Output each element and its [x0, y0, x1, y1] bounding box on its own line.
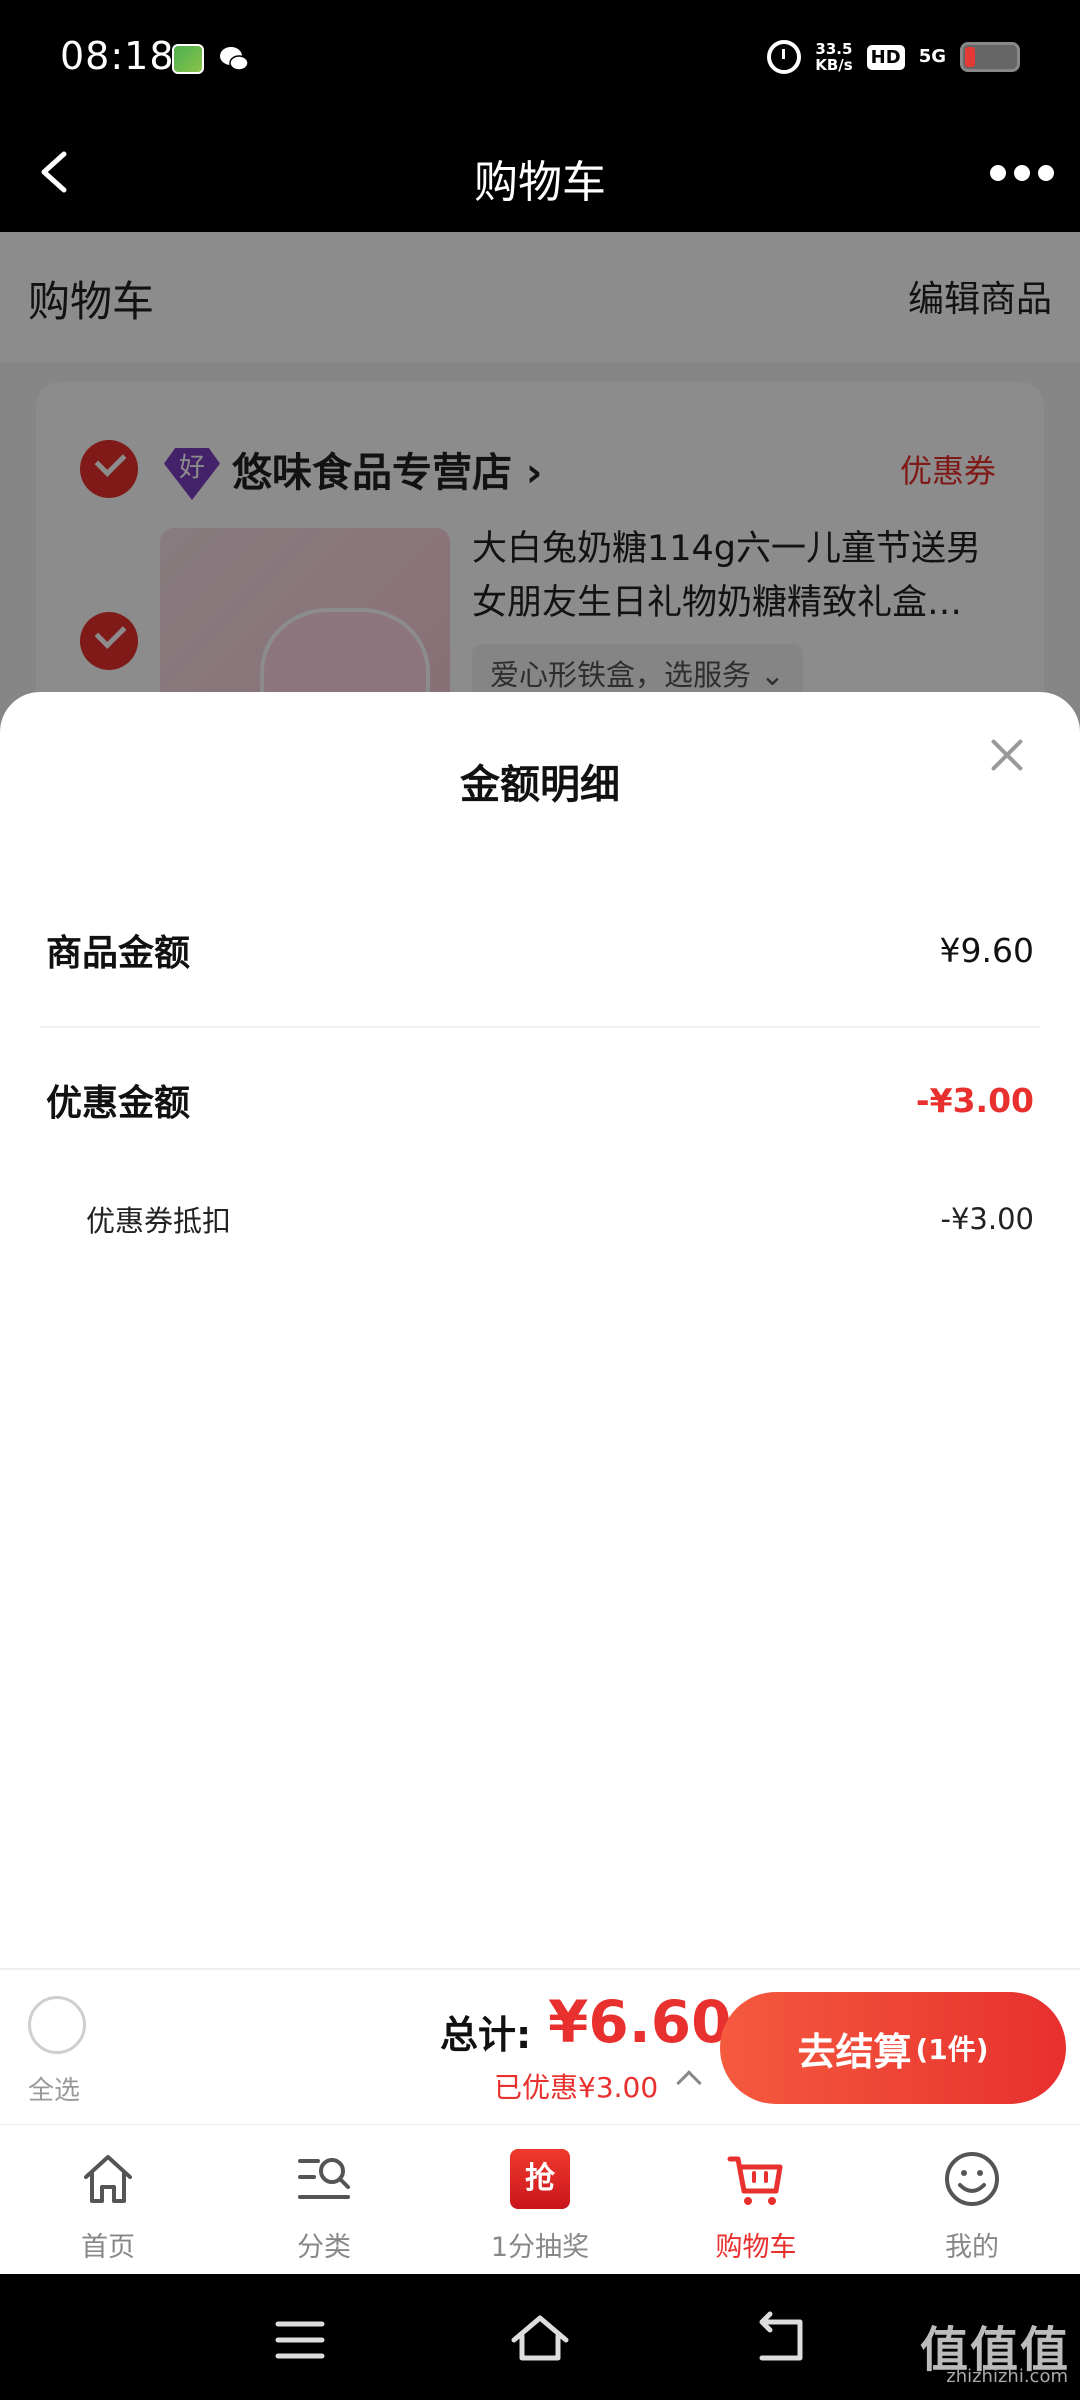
coupon-deduction-value: -¥3.00 — [940, 1202, 1035, 1236]
checkout-bar: 全选 总计: ¥6.60 已优惠¥3.00 去结算 (1件) — [0, 1968, 1080, 2124]
menu-icon[interactable] — [270, 2310, 330, 2370]
page-title: 购物车 — [474, 157, 606, 208]
discount-amount-label: 优惠金额 — [46, 1083, 191, 1124]
divider — [40, 1026, 1040, 1028]
hd-icon: HD — [866, 44, 905, 70]
bottom-nav: 首页 分类 抢 1分抽奖 购物车 我的 — [0, 2124, 1080, 2274]
home-icon — [84, 2155, 132, 2203]
cart-icon — [727, 2156, 783, 2205]
sheet-title: 金额明细 — [460, 762, 620, 808]
signal-5g-icon: 5G — [918, 46, 946, 67]
status-bar: 08:18 33.5 KB/s HD 5G — [0, 0, 1080, 118]
back-button-icon[interactable] — [750, 2310, 810, 2370]
page-header: 购物车 — [0, 118, 1080, 232]
goods-amount-label: 商品金额 — [46, 933, 191, 974]
chevron-up-icon[interactable] — [676, 2070, 702, 2096]
nav-mine-label: 我的 — [945, 2232, 999, 2263]
more-options-icon[interactable] — [990, 158, 1056, 188]
amount-detail-sheet: 金额明细 商品金额 ¥9.60 优惠金额 -¥3.00 优惠券抵扣 -¥3.00 — [0, 692, 1080, 1972]
nav-cart[interactable]: 购物车 — [648, 2125, 864, 2274]
watermark-url: zhizhizhi.com — [946, 2366, 1068, 2387]
category-search-icon — [298, 2158, 350, 2199]
saved-amount-toggle[interactable]: 已优惠¥3.00 — [494, 2066, 658, 2106]
smiley-icon — [945, 2152, 999, 2206]
nav-lottery-label: 1分抽奖 — [490, 2232, 590, 2263]
nav-cart-label: 购物车 — [715, 2232, 797, 2263]
checkout-button-count: (1件) — [915, 2033, 989, 2066]
status-time: 08:18 — [60, 34, 175, 78]
select-all-label[interactable]: 全选 — [28, 2070, 80, 2107]
battery-icon — [960, 42, 1020, 72]
total-label: 总计: — [440, 2013, 532, 2057]
checkout-button[interactable]: 去结算 (1件) — [720, 1992, 1066, 2104]
nav-lottery[interactable]: 抢 1分抽奖 — [432, 2125, 648, 2274]
coupon-deduction-row: 优惠券抵扣 -¥3.00 — [86, 1198, 1034, 1240]
network-speed: 33.5 KB/s — [815, 40, 853, 74]
home-button-icon[interactable] — [510, 2310, 570, 2370]
system-nav-bar: 值值值 zhizhizhi.com — [0, 2274, 1080, 2400]
nav-home[interactable]: 首页 — [0, 2125, 216, 2274]
nav-category[interactable]: 分类 — [216, 2125, 432, 2274]
close-icon[interactable] — [984, 732, 1030, 778]
nav-mine[interactable]: 我的 — [864, 2125, 1080, 2274]
discount-amount-row: 优惠金额 -¥3.00 — [46, 1074, 1034, 1126]
wechat-icon — [220, 47, 249, 71]
checkout-button-label: 去结算 — [797, 2029, 912, 2074]
alarm-icon — [767, 40, 802, 74]
lottery-icon: 抢 — [510, 2149, 570, 2209]
total-amount: ¥6.60 — [548, 1988, 732, 2056]
select-all-checkbox[interactable] — [28, 1996, 86, 2054]
coupon-deduction-label: 优惠券抵扣 — [86, 1204, 232, 1238]
nav-category-label: 分类 — [297, 2232, 351, 2263]
nav-home-label: 首页 — [81, 2232, 135, 2263]
goods-amount-value: ¥9.60 — [939, 930, 1034, 970]
goods-amount-row: 商品金额 ¥9.60 — [46, 924, 1034, 976]
video-app-icon — [172, 44, 204, 74]
discount-amount-value: -¥3.00 — [915, 1080, 1034, 1120]
